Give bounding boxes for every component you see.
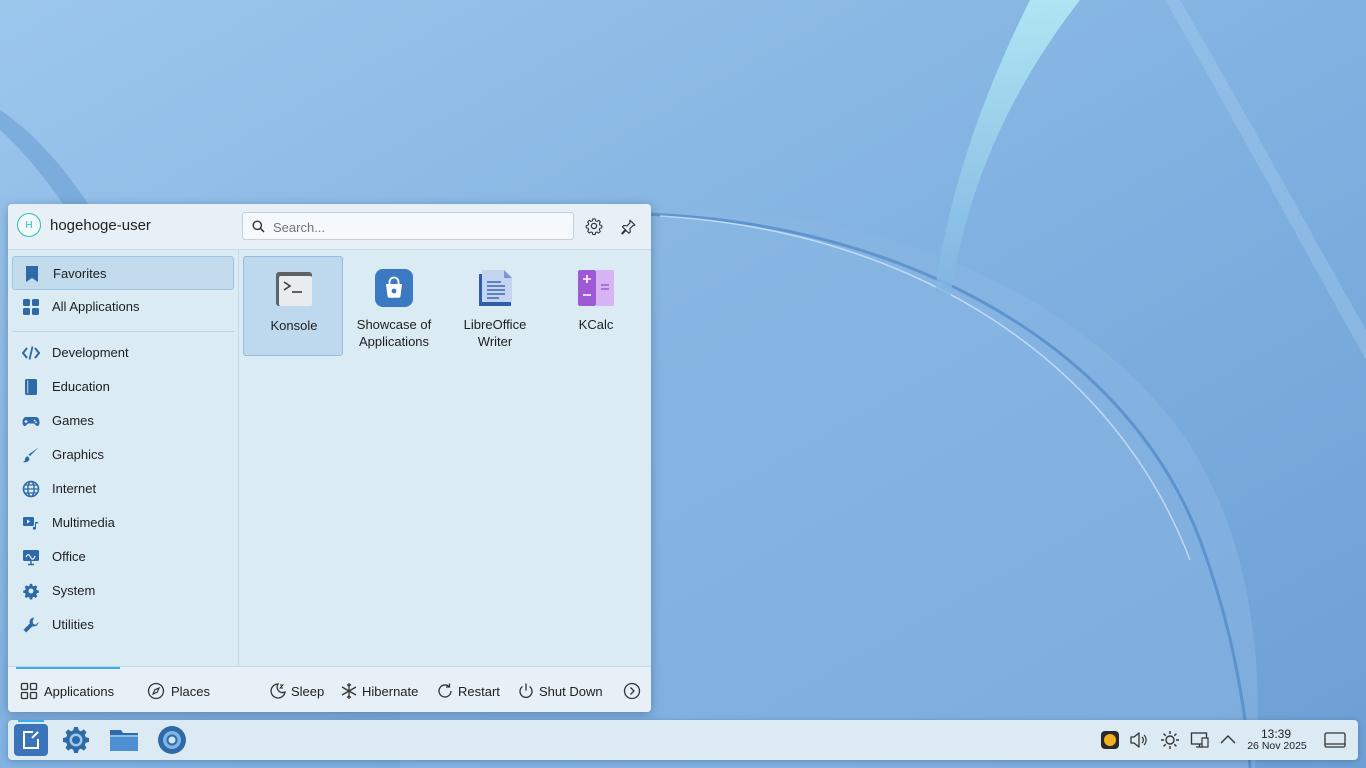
- favorites-grid: Konsole Showcase of Applications LibreOf…: [242, 256, 651, 666]
- sidebar-item-office[interactable]: Office: [12, 540, 234, 574]
- book-icon: [25, 379, 37, 395]
- tab-applications[interactable]: Applications: [20, 682, 120, 700]
- app-label: Showcase of Applications: [356, 317, 432, 349]
- search-input[interactable]: [271, 216, 565, 238]
- tab-label: Places: [171, 684, 211, 699]
- tab-places[interactable]: Places: [147, 682, 217, 700]
- weather-icon[interactable]: [1100, 730, 1120, 750]
- display-icon[interactable]: [1190, 730, 1210, 750]
- restart-icon: [438, 683, 452, 698]
- code-icon: [22, 346, 40, 360]
- active-task-indicator: [18, 720, 44, 722]
- start-menu-icon: [23, 731, 39, 749]
- sidebar-item-graphics[interactable]: Graphics: [12, 438, 234, 472]
- app-tile-konsole[interactable]: Konsole: [243, 256, 343, 356]
- gear-icon: [23, 583, 39, 600]
- sidebar-item-label: Favorites: [53, 266, 107, 281]
- sidebar-item-utilities[interactable]: Utilities: [12, 608, 234, 642]
- username: hogehoge-user: [50, 217, 151, 234]
- multimedia-icon: [23, 517, 38, 530]
- bookmark-icon: [26, 266, 38, 282]
- presentation-icon: [23, 550, 39, 566]
- avatar[interactable]: H: [17, 213, 41, 237]
- calculator-icon: [578, 270, 614, 306]
- sidebar-item-label: Development: [52, 345, 129, 360]
- brightness-icon[interactable]: [1160, 730, 1180, 750]
- launcher-footer: Applications Places Sleep Hibernate Rest…: [8, 666, 651, 712]
- store-icon: [375, 269, 413, 307]
- sidebar-item-system[interactable]: System: [12, 574, 234, 608]
- writer-icon: [479, 270, 512, 306]
- sidebar-item-education[interactable]: Education: [12, 370, 234, 404]
- taskbar: 13:39 26 Nov 2025: [8, 720, 1358, 760]
- settings-button[interactable]: [584, 216, 604, 236]
- more-power-options-button[interactable]: [623, 682, 641, 700]
- globe-icon: [22, 480, 40, 498]
- search-icon: [252, 220, 265, 233]
- power-label: Hibernate: [362, 684, 419, 699]
- show-desktop-icon[interactable]: [1324, 730, 1346, 750]
- restart-button[interactable]: Restart: [436, 682, 508, 700]
- clock-date[interactable]: 26 Nov 2025: [1240, 740, 1314, 752]
- category-sidebar: Favorites All Applications Development E…: [8, 250, 239, 666]
- sidebar-item-label: Education: [52, 379, 110, 394]
- pin-icon: [620, 219, 635, 235]
- tab-label: Applications: [44, 684, 115, 699]
- launcher-header: H hogehoge-user: [8, 204, 651, 250]
- sidebar-item-label: Utilities: [52, 617, 94, 632]
- start-menu-button[interactable]: [14, 724, 48, 756]
- active-tab-indicator: [16, 667, 120, 669]
- power-label: Restart: [458, 684, 500, 699]
- applications-icon: [20, 682, 38, 700]
- system-settings-icon[interactable]: [61, 725, 91, 755]
- divider: [12, 331, 234, 332]
- application-launcher: H hogehoge-user Favorites: [8, 204, 651, 712]
- sidebar-item-development[interactable]: Development: [12, 336, 234, 370]
- sidebar-item-favorites[interactable]: Favorites: [12, 256, 234, 290]
- sidebar-item-games[interactable]: Games: [12, 404, 234, 438]
- app-tile-showcase[interactable]: Showcase of Applications: [344, 256, 444, 356]
- gamepad-icon: [22, 417, 40, 426]
- sidebar-item-internet[interactable]: Internet: [12, 472, 234, 506]
- search-box[interactable]: [242, 212, 574, 240]
- sidebar-item-label: System: [52, 583, 96, 598]
- power-label: Shut Down: [539, 684, 603, 699]
- app-label: LibreOffice Writer: [463, 317, 527, 349]
- shutdown-button[interactable]: Shut Down: [517, 682, 609, 700]
- grid-icon: [23, 299, 39, 315]
- compass-icon: [147, 682, 165, 700]
- sleep-icon: [270, 683, 286, 699]
- sidebar-item-all-applications[interactable]: All Applications: [12, 290, 234, 324]
- sidebar-item-label: Multimedia: [52, 515, 115, 530]
- gear-icon: [585, 218, 603, 235]
- power-icon: [519, 683, 533, 698]
- sidebar-item-label: Office: [52, 549, 86, 564]
- chevron-right-icon: [623, 682, 641, 700]
- app-tile-libreoffice-writer[interactable]: LibreOffice Writer: [445, 256, 545, 356]
- file-manager-icon[interactable]: [109, 725, 139, 755]
- wrench-icon: [23, 617, 39, 633]
- sidebar-item-label: Graphics: [52, 447, 105, 462]
- snowflake-icon: [341, 683, 357, 699]
- pin-button[interactable]: [618, 216, 638, 236]
- volume-icon[interactable]: [1129, 730, 1149, 750]
- brush-icon: [23, 447, 39, 463]
- sleep-button[interactable]: Sleep: [269, 682, 331, 700]
- sidebar-item-label: Internet: [52, 481, 97, 496]
- clock-time[interactable]: 13:39: [1246, 727, 1306, 741]
- hibernate-button[interactable]: Hibernate: [340, 682, 432, 700]
- app-label: KCalc: [578, 317, 614, 332]
- app-tile-kcalc[interactable]: KCalc: [546, 256, 646, 356]
- sidebar-item-label: All Applications: [52, 299, 140, 314]
- power-label: Sleep: [291, 684, 325, 699]
- expand-icon[interactable]: [1218, 730, 1238, 750]
- browser-icon[interactable]: [157, 725, 187, 755]
- app-label: Konsole: [270, 318, 318, 333]
- terminal-icon: [276, 272, 312, 306]
- sidebar-item-multimedia[interactable]: Multimedia: [12, 506, 234, 540]
- sidebar-item-label: Games: [52, 413, 94, 428]
